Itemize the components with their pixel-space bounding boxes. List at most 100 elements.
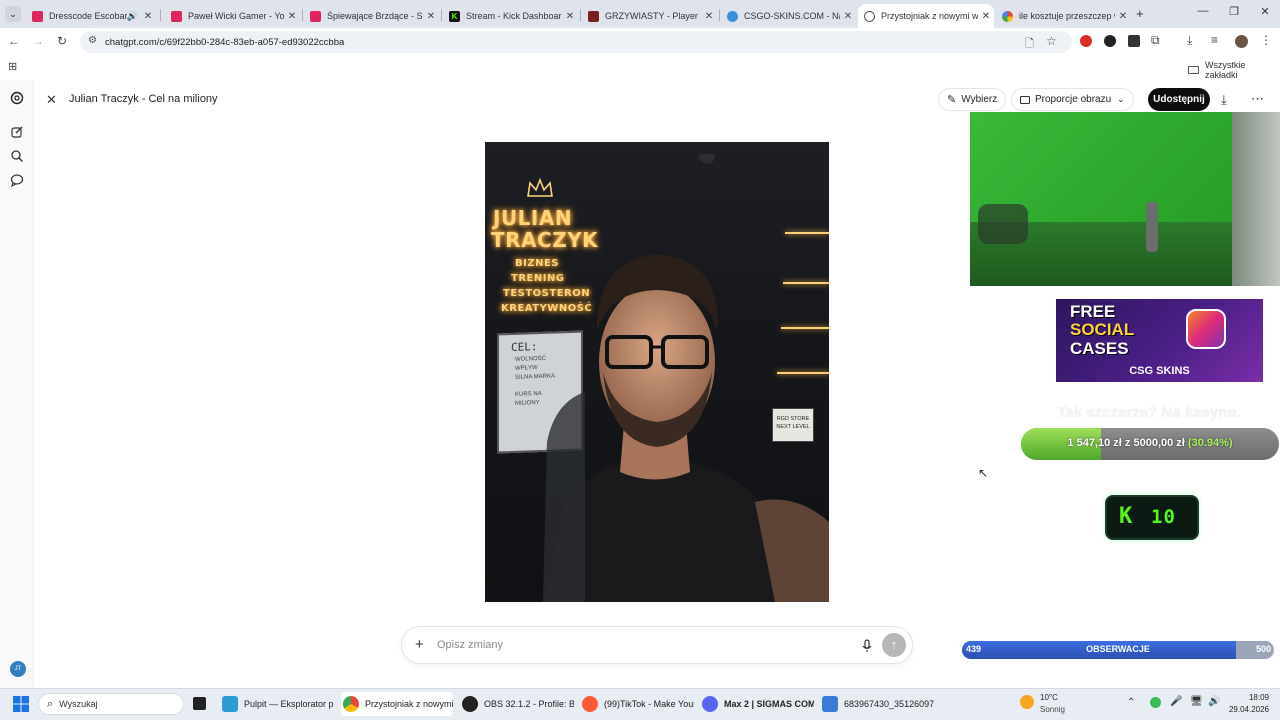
tab[interactable]: ile kosztuje przeszczep wł ✕ (996, 4, 1131, 28)
tab-title: Przystojniak z nowymi w (881, 11, 978, 21)
csgo-skins-ad[interactable]: FREE SOCIAL CASES CSG SKINS (1056, 299, 1263, 382)
plus-icon[interactable]: + (415, 636, 424, 653)
tab[interactable]: Paweł Wicki Gamer - You ✕ (165, 4, 300, 28)
close-icon[interactable]: ✕ (978, 11, 994, 22)
taskbar-app[interactable]: Max 2 | SIGMAS COMM (702, 692, 814, 716)
taskbar-app-active[interactable]: Przystojniak z nowymi w (341, 692, 453, 716)
profile-avatar[interactable] (1235, 35, 1248, 48)
extension-icon[interactable] (1128, 35, 1140, 47)
tab[interactable]: Śpiewające Brzdące - Siln ✕ (304, 4, 439, 28)
address-bar[interactable]: ⚙ chatgpt.com/c/69f22bb0-284c-83eb-a057-… (80, 31, 1072, 53)
select-button[interactable]: ✎ Wybierz (938, 88, 1007, 111)
close-icon[interactable]: ✕ (284, 11, 300, 22)
goal-percent: (30.94%) (1187, 437, 1233, 449)
taskbar-app-label: (99)TikTok - Make Your (604, 699, 694, 709)
tab-search-icon[interactable]: ⌄ (5, 6, 21, 22)
back-icon[interactable]: ← (6, 34, 22, 48)
goal-of: z (1124, 437, 1131, 449)
search-icon[interactable] (10, 149, 24, 163)
download-icon[interactable]: ⤓ (1187, 33, 1192, 48)
chatgpt-sidebar: JT (0, 80, 34, 688)
ad-line: CASES (1070, 339, 1129, 358)
taskbar-app[interactable]: (99)TikTok - Make Your (582, 692, 694, 716)
taskbar-app[interactable]: 683967430_3512609712. (822, 692, 934, 716)
close-icon[interactable]: ✕ (562, 11, 578, 22)
site-info-icon[interactable]: ⚙ (88, 35, 97, 46)
tab[interactable]: GRZYWIASTY - Player Pro ✕ (582, 4, 717, 28)
weather-desc: Sonnig (1040, 705, 1065, 714)
google-icon (1002, 10, 1013, 22)
tab-separator (441, 9, 442, 21)
send-icon[interactable]: ↑ (882, 633, 906, 657)
followers-goal-bar: 439 OBSERWACJE 500 (962, 641, 1274, 659)
taskbar-app-label: Pulpit — Eksplorator pli (244, 699, 334, 709)
avatar[interactable]: JT (10, 661, 26, 677)
tab-title: Dresscode Escobar - Y (49, 11, 127, 21)
reading-list-icon[interactable]: ≡ (1211, 33, 1218, 47)
site-icon (588, 10, 599, 22)
portrait-figure (543, 254, 829, 602)
bookmark-star-icon[interactable]: ☆ (1046, 34, 1057, 48)
tab-title: CSGO-SKINS.COM - Najle (744, 11, 840, 21)
photos-icon (822, 696, 838, 712)
openai-icon (864, 10, 875, 22)
prompt-placeholder[interactable]: Opisz zmiany (437, 639, 503, 651)
taskbar-app[interactable]: OBS 32.1.2 - Profile: Bez (462, 692, 574, 716)
chat-bubble-icon[interactable] (10, 173, 24, 187)
all-bookmarks-button[interactable]: Wszystkie zakładki (1188, 60, 1280, 80)
tab-separator (160, 9, 161, 21)
task-view-icon[interactable] (193, 697, 206, 710)
tab-separator (719, 9, 720, 21)
tray-app-icon[interactable] (1150, 697, 1161, 708)
tab-active[interactable]: Przystojniak z nowymi w ✕ (858, 4, 994, 28)
menu-kebab-icon[interactable]: ⋮ (1260, 33, 1272, 47)
new-tab-button[interactable]: + (1136, 6, 1144, 21)
document-icon[interactable]: 🗋 (1025, 35, 1034, 54)
extension-icon[interactable] (1104, 35, 1116, 47)
tab-title: Śpiewające Brzdące - Siln (327, 11, 423, 21)
microphone-icon[interactable]: 🎤 (1170, 696, 1182, 707)
tab[interactable]: Dresscode Escobar - Y 🔊 ✕ (26, 4, 156, 28)
new-chat-icon[interactable] (10, 125, 24, 139)
extensions-puzzle-icon[interactable]: ⧉ (1151, 33, 1160, 48)
minimize-icon[interactable]: — (1193, 5, 1213, 17)
aspect-ratio-dropdown[interactable]: Proporcje obrazu ⌄ (1011, 88, 1134, 111)
share-button[interactable]: Udostępnij (1148, 88, 1210, 111)
edit-prompt-box[interactable]: + Opisz zmiany ↑ (401, 626, 913, 664)
generated-image[interactable]: JULIAN TRACZYK BIZNES TRENING TESTOSTERO… (485, 142, 829, 602)
close-icon[interactable]: ✕ (140, 11, 156, 22)
tab[interactable]: K Stream - Kick Dashboard ✕ (443, 4, 578, 28)
clock-date[interactable]: 29.04.2026 (1219, 705, 1269, 714)
followers-target: 500 (1256, 644, 1272, 654)
close-window-icon[interactable]: ✕ (1255, 5, 1275, 18)
windows-start-icon[interactable] (13, 696, 29, 712)
microphone-icon[interactable] (861, 639, 873, 653)
extension-icon[interactable] (1080, 35, 1092, 47)
speaker-icon[interactable]: 🔊 (127, 11, 138, 22)
network-icon[interactable]: 🖥 (1190, 696, 1203, 707)
bookmarks-bar: ⊞ Wszystkie zakładki (0, 56, 1280, 80)
kick-icon: K (449, 10, 460, 22)
more-options-icon[interactable]: ⋯ (1251, 91, 1264, 107)
donation-goal-bar: 1 547,10 zł z 5000,00 zł (30.94%) (1021, 428, 1279, 460)
close-icon[interactable]: ✕ (46, 92, 57, 108)
kick-counter-value: 10 (1151, 506, 1176, 528)
close-icon[interactable]: ✕ (701, 11, 717, 22)
chevron-up-icon[interactable]: ⌃ (1127, 697, 1135, 708)
forward-icon[interactable]: → (30, 34, 46, 48)
download-icon[interactable]: ⤓ (1221, 92, 1227, 108)
clock-time[interactable]: 18:09 (1219, 693, 1269, 702)
close-icon[interactable]: ✕ (840, 11, 856, 22)
taskbar-search[interactable]: ⌕ Wyszukaj (38, 693, 184, 715)
tab[interactable]: CSGO-SKINS.COM - Najle ✕ (721, 4, 856, 28)
openai-logo-icon[interactable] (10, 91, 24, 105)
close-icon[interactable]: ✕ (423, 11, 439, 22)
reload-icon[interactable]: ↻ (54, 34, 70, 48)
mouse-cursor-icon: ↖ (978, 466, 989, 480)
restore-icon[interactable]: ❐ (1224, 5, 1244, 18)
close-icon[interactable]: ✕ (1115, 11, 1131, 22)
taskbar-app-label: OBS 32.1.2 - Profile: Bez (484, 699, 574, 709)
apps-grid-icon[interactable]: ⊞ (8, 60, 17, 73)
taskbar-app[interactable]: Pulpit — Eksplorator pli (222, 692, 334, 716)
discord-icon (702, 696, 718, 712)
